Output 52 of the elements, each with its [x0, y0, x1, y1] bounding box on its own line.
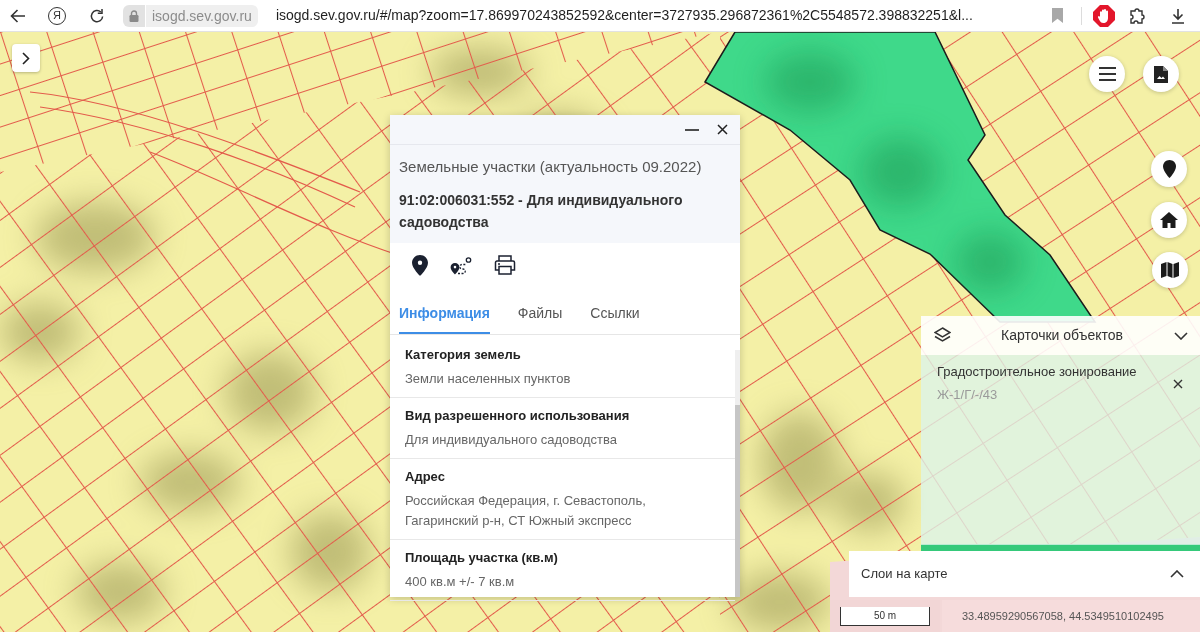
- printer-icon: [494, 255, 516, 275]
- download-icon: [1171, 7, 1185, 24]
- tab[interactable]: Файлы: [517, 294, 563, 334]
- minimize-icon: [685, 128, 699, 131]
- puzzle-icon: [1129, 6, 1147, 25]
- layers-panel-title: Слои на карте: [861, 565, 949, 584]
- coordinates-display: 33.48959290567058, 44.5349510102495: [942, 600, 1200, 632]
- site-info-button[interactable]: [123, 4, 145, 27]
- route-button[interactable]: [450, 255, 472, 275]
- close-icon: [716, 124, 728, 135]
- layer-title: Земельные участки (актуальность 09.2022): [399, 157, 703, 177]
- print-button[interactable]: [494, 255, 516, 275]
- cards-panel-title: Карточки объектов: [1000, 326, 1124, 345]
- folded-map-icon: [1161, 262, 1179, 278]
- chevron-down-icon: [1174, 331, 1188, 340]
- document-image-icon: [1154, 65, 1168, 83]
- scrollbar-thumb[interactable]: [735, 405, 740, 597]
- chevron-up-icon: [1170, 570, 1184, 578]
- bookmark-icon: [1051, 8, 1063, 23]
- extensions-button[interactable]: [1128, 5, 1148, 26]
- layers-icon: [934, 327, 951, 344]
- card-title: Градостроительное зонирование: [937, 363, 1137, 381]
- map-pin-icon: [1162, 160, 1176, 178]
- field-value: Для индивидуального садоводства: [405, 431, 618, 449]
- menu-icon: [1098, 67, 1116, 81]
- map-pin-icon: [412, 254, 428, 276]
- field-label: Адрес: [405, 468, 446, 486]
- domain-label: isogd.sev.gov.ru: [146, 4, 258, 27]
- home-icon: [1160, 212, 1178, 228]
- tab[interactable]: Ссылки: [590, 294, 640, 334]
- scale-bar: 50 m: [840, 606, 930, 626]
- adblock-button[interactable]: [1093, 4, 1115, 27]
- back-arrow-icon: [10, 8, 26, 23]
- reload-icon: [89, 7, 105, 24]
- object-title: 91:02:006031:552 - Для индивидуального садоводства: [399, 191, 684, 232]
- close-icon: [1173, 378, 1183, 389]
- field-value: Земли населенных пунктов: [405, 370, 572, 388]
- route-icon: [450, 255, 472, 275]
- show-on-map-button[interactable]: [412, 254, 428, 276]
- lock-icon: [129, 9, 139, 22]
- field-value: Российская Федерация, г. Севастополь, Гагаринский р-н, СТ Южный экспресс: [405, 492, 647, 530]
- reload-button[interactable]: [88, 6, 106, 25]
- scrollbar[interactable]: [735, 350, 740, 597]
- chevron-right-icon: [22, 51, 30, 65]
- card-value: Ж-1/Г/-/43: [937, 386, 999, 404]
- field-label: Площадь участка (кв.м): [405, 549, 559, 567]
- field-value: 400 кв.м +/- 7 кв.м: [405, 573, 516, 591]
- sidebar-toggle-button[interactable]: [12, 44, 40, 72]
- address-bar-url[interactable]: isogd.sev.gov.ru/#/map?zoom=17.869970243852592&center=3727935.296872361%2C5548572.398832251&l...: [275, 5, 973, 26]
- field-label: Категория земель: [405, 346, 522, 364]
- field-label: Вид разрешенного использования: [405, 407, 631, 425]
- hand-stop-icon: [1093, 4, 1115, 27]
